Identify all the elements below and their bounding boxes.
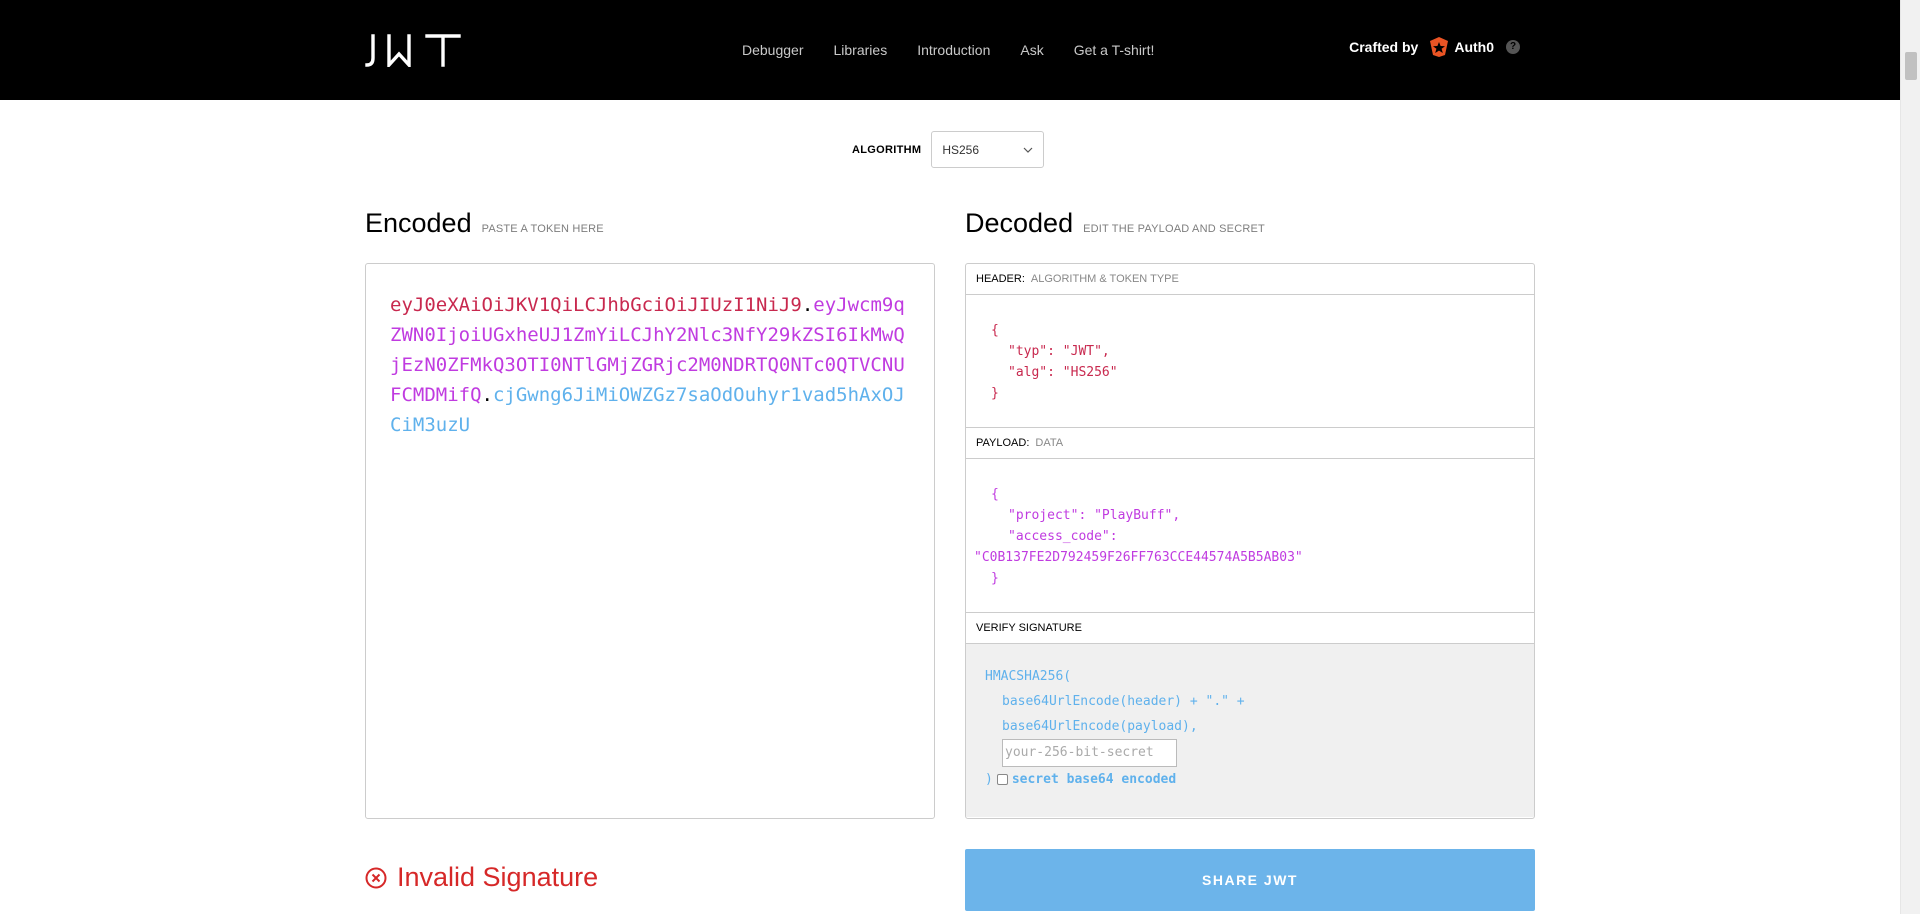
main-nav: Debugger Libraries Introduction Ask Get … [742,0,1184,100]
payload-json-line: "project": "PlayBuff", [1008,508,1181,523]
nav-tshirt[interactable]: Get a T-shirt! [1074,42,1155,58]
nav-ask[interactable]: Ask [1020,42,1043,58]
json-brace: } [991,571,999,586]
verify-line: base64UrlEncode(header) + "." + [1002,694,1245,709]
verify-line: base64UrlEncode(payload), [1002,719,1198,734]
encoded-token-editor[interactable]: eyJ0eXAiOiJKV1QiLCJhbGciOiJIUzI1NiJ9.eyJ… [365,263,935,819]
nav-introduction[interactable]: Introduction [917,42,990,58]
secret-base64-label: secret base64 encoded [1011,772,1177,787]
top-bar: Debugger Libraries Introduction Ask Get … [0,0,1900,100]
payload-json-editor[interactable]: { "project": "PlayBuff", "access_code": … [966,459,1534,613]
token-header-part: eyJ0eXAiOiJKV1QiLCJhbGciOiJIUzI1NiJ9 [390,294,802,316]
verify-fn: HMACSHA256( [985,669,1072,684]
encoded-title: Encoded [365,208,472,238]
x-circle-icon [365,867,387,888]
secret-input[interactable]: your-256-bit-secret [1002,739,1177,767]
algorithm-selector: ALGORITHM HS256 [852,131,1045,168]
decoded-panel: HEADER: ALGORITHM & TOKEN TYPE { "typ": … [965,263,1535,819]
decoded-heading: Decoded EDIT THE PAYLOAD AND SECRET [965,208,1265,239]
verify-section-title: VERIFY SIGNATURE [966,613,1534,644]
token-dot: . [481,384,493,406]
auth0-shield-icon [1430,37,1449,57]
payload-section-sub: DATA [1035,437,1064,449]
scrollbar-thumb[interactable] [1905,52,1917,80]
verify-close-row: ) secret base64 encoded [985,767,1515,792]
auth0-label: Auth0 [1454,39,1494,55]
header-json-line: "typ": "JWT", [1008,344,1110,359]
payload-section-title: PAYLOAD: DATA [966,428,1534,459]
encoded-hint: PASTE A TOKEN HERE [481,223,604,235]
decoded-hint: EDIT THE PAYLOAD AND SECRET [1083,223,1265,235]
secret-base64-checkbox[interactable] [996,774,1008,785]
encoded-heading: Encoded PASTE A TOKEN HERE [365,208,604,239]
header-json-editor[interactable]: { "typ": "JWT", "alg": "HS256" } [966,295,1534,428]
json-brace: } [991,386,999,401]
crafted-by-label: Crafted by [1349,39,1419,55]
algorithm-label: ALGORITHM [852,143,922,156]
verify-section-label: VERIFY SIGNATURE [976,622,1082,634]
header-section-sub: ALGORITHM & TOKEN TYPE [1030,273,1179,285]
page-scrollbar[interactable] [1900,0,1920,914]
json-brace: { [991,487,999,502]
payload-json-line: "C0B137FE2D792459F26FF763CCE44574A5B5AB0… [974,550,1303,565]
header-json-line: "alg": "HS256" [1008,365,1118,380]
crafted-by: Crafted by Auth0 ? [1349,36,1520,58]
jwt-logo[interactable] [365,34,466,67]
payload-json-line: "access_code": [1008,529,1118,544]
chevron-down-icon [1023,147,1033,153]
invalid-signature-text: Invalid Signature [397,862,599,892]
signature-status: Invalid Signature [365,862,598,893]
decoded-title: Decoded [965,208,1074,238]
algorithm-select[interactable]: HS256 [931,131,1045,168]
share-jwt-button[interactable]: SHARE JWT [965,849,1535,911]
header-section-label: HEADER: [976,273,1025,285]
secret-row: your-256-bit-secret [985,739,1515,767]
algorithm-selected: HS256 [942,142,980,157]
payload-section-label: PAYLOAD: [976,437,1030,449]
help-icon[interactable]: ? [1506,40,1520,54]
json-brace: { [991,323,999,338]
header-section-title: HEADER: ALGORITHM & TOKEN TYPE [966,264,1534,295]
verify-close: ) [985,772,993,787]
auth0-link[interactable]: Auth0 [1428,36,1494,58]
token-dot: . [801,294,814,316]
nav-libraries[interactable]: Libraries [834,42,888,58]
verify-signature-block: HMACSHA256( base64UrlEncode(header) + ".… [966,644,1534,817]
nav-debugger[interactable]: Debugger [742,42,804,58]
